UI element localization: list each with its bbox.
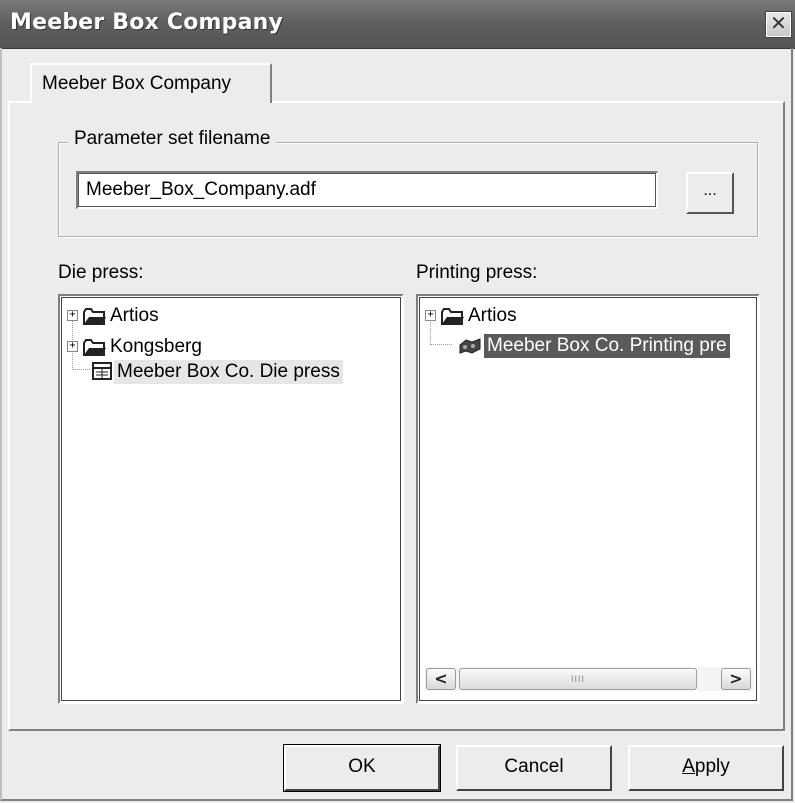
expand-icon[interactable]: +: [67, 310, 78, 321]
tab-meeber-box-company[interactable]: Meeber Box Company: [30, 63, 272, 103]
die-press-label: Die press:: [58, 262, 144, 283]
die-press-tree[interactable]: + Artios + Kongsberg Meeber Box Co. Die …: [58, 294, 404, 704]
grip-icon: IIII: [570, 674, 585, 684]
expand-icon[interactable]: +: [67, 341, 78, 352]
parameter-set-legend: Parameter set filename: [68, 128, 277, 150]
tree-item-meeber-die-press[interactable]: Meeber Box Co. Die press: [114, 360, 343, 384]
apply-label-rest: pply: [694, 756, 730, 777]
tree-item-artios[interactable]: Artios: [468, 304, 517, 328]
tree-line: [430, 344, 452, 345]
tree-item-kongsberg[interactable]: Kongsberg: [110, 335, 202, 359]
tree-item-meeber-printing-press[interactable]: Meeber Box Co. Printing pre: [484, 334, 730, 358]
tree-line: [430, 320, 431, 345]
scroll-right-button[interactable]: >: [721, 668, 751, 690]
die-press-icon: [92, 362, 112, 380]
expand-icon[interactable]: +: [425, 310, 436, 321]
parameter-filename-field[interactable]: Meeber_Box_Company.adf: [76, 171, 658, 209]
tree-item-artios[interactable]: Artios: [110, 304, 159, 328]
title-bar[interactable]: Meeber Box Company ✕: [0, 0, 795, 49]
printing-press-tree[interactable]: + Artios Meeber Box Co. Printing pre: [416, 294, 760, 704]
tree-line: [72, 369, 90, 370]
chevron-right-icon: >: [729, 669, 743, 688]
tab-label: Meeber Box Company: [42, 73, 232, 94]
printing-press-icon: [459, 338, 481, 354]
folder-icon: [441, 308, 464, 325]
folder-icon: [83, 308, 106, 325]
scrollbar-thumb[interactable]: IIII: [459, 668, 697, 690]
window-title: Meeber Box Company: [10, 10, 284, 35]
ok-button[interactable]: OK: [283, 744, 441, 792]
scroll-left-button[interactable]: <: [426, 668, 456, 690]
close-button[interactable]: ✕: [765, 11, 792, 38]
apply-button[interactable]: Apply: [628, 745, 784, 791]
close-icon: ✕: [770, 11, 787, 35]
apply-mnemonic: A: [682, 756, 695, 777]
printing-press-label: Printing press:: [416, 262, 538, 283]
horizontal-scrollbar[interactable]: < IIII >: [425, 667, 753, 691]
cancel-button[interactable]: Cancel: [456, 745, 612, 791]
folder-icon: [83, 339, 106, 356]
chevron-left-icon: <: [434, 669, 448, 688]
browse-button[interactable]: ...: [686, 172, 734, 214]
